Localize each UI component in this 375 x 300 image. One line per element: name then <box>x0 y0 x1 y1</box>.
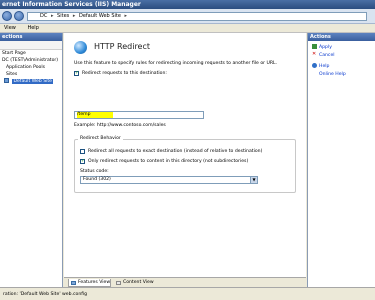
window-title: ernet Information Services (IIS) Manager <box>2 1 141 8</box>
chevron-down-icon[interactable]: ▼ <box>250 177 257 183</box>
example-text: Example: http://www.contoso.com/sales <box>74 123 166 128</box>
globe-icon <box>74 41 87 54</box>
destination-field[interactable]: /temp <box>74 111 204 119</box>
address-bar: DC ▸ Sites ▸ Default Web Site ▸ <box>0 9 375 24</box>
forward-button[interactable] <box>14 11 24 21</box>
connections-panel: ections Start Page DC (TEST\Administrato… <box>0 33 63 287</box>
actions-header: Actions <box>308 33 375 41</box>
cancel-link[interactable]: Cancel <box>319 53 335 58</box>
tab-content-view[interactable]: Content View <box>114 279 160 287</box>
cancel-action[interactable]: ✕ Cancel <box>312 52 335 59</box>
redirect-checkbox[interactable] <box>74 70 79 76</box>
tree-item-label: Sites <box>6 72 18 77</box>
help-link[interactable]: Help <box>319 64 329 69</box>
back-button[interactable] <box>2 11 12 21</box>
chevron-right-icon: ▸ <box>124 13 128 19</box>
tree-item-server[interactable]: DC (TEST\Administrator) <box>0 57 62 64</box>
content-view-icon <box>116 281 121 285</box>
breadcrumb[interactable]: DC ▸ Sites ▸ Default Web Site ▸ <box>27 12 367 21</box>
redirect-label: Redirect requests to this destination: <box>82 71 167 76</box>
tree-item-sites[interactable]: Sites <box>0 71 62 78</box>
view-tabs: Features View Content View <box>64 277 306 287</box>
tree-item-label: Start Page <box>2 51 26 56</box>
tab-label: Content View <box>123 280 154 285</box>
breadcrumb-item-dc[interactable]: DC <box>40 13 47 19</box>
chevron-right-icon: ▸ <box>50 13 54 19</box>
actions-panel: Actions Apply ✕ Cancel Help Online Help <box>307 33 375 287</box>
status-code-select[interactable]: Found (302) ▼ <box>80 176 258 184</box>
exact-destination-checkbox[interactable] <box>80 149 85 154</box>
only-directory-label: Only redirect requests to content in thi… <box>88 159 249 164</box>
tree-item-label: Application Pools <box>6 65 46 70</box>
breadcrumb-item-default-web-site[interactable]: Default Web Site <box>79 13 121 19</box>
tree-item-application-pools[interactable]: Application Pools <box>0 64 62 71</box>
exact-destination-label: Redirect all requests to exact destinati… <box>88 149 263 154</box>
help-action[interactable]: Help <box>312 63 329 70</box>
menu-view[interactable]: View <box>4 25 16 31</box>
status-bar: ration: 'Default Web Site' web.config <box>0 287 375 300</box>
window-title-bar: ernet Information Services (IIS) Manager <box>0 0 375 9</box>
cancel-icon: ✕ <box>312 51 317 57</box>
apply-action[interactable]: Apply <box>312 44 332 51</box>
apply-link[interactable]: Apply <box>319 45 332 50</box>
online-help-action[interactable]: Online Help <box>319 71 346 78</box>
online-help-link[interactable]: Online Help <box>319 72 346 77</box>
tab-label: Features View <box>78 280 111 285</box>
breadcrumb-item-sites[interactable]: Sites <box>57 13 69 19</box>
redirect-behavior-group <box>74 139 296 193</box>
status-code-label: Status code: <box>80 169 109 174</box>
redirect-behavior-legend: Redirect Behavior <box>78 136 123 141</box>
connections-toolbar <box>0 41 62 50</box>
only-directory-checkbox[interactable] <box>80 158 85 164</box>
menu-bar: View Help <box>0 24 375 33</box>
apply-icon <box>312 44 317 49</box>
tree-item-label: Default Web Site <box>12 79 54 84</box>
menu-help[interactable]: Help <box>27 25 38 31</box>
chevron-right-icon: ▸ <box>72 13 76 19</box>
feature-description: Use this feature to specify rules for re… <box>74 61 278 66</box>
destination-value: /temp <box>77 112 113 118</box>
tree-item-label: DC (TEST\Administrator) <box>2 58 59 63</box>
status-code-value: Found (302) <box>83 177 111 182</box>
status-text: ration: 'Default Web Site' web.config <box>3 292 88 297</box>
feature-page: HTTP Redirect Use this feature to specif… <box>64 33 306 287</box>
page-title: HTTP Redirect <box>94 42 151 51</box>
tree-item-start-page[interactable]: Start Page <box>0 50 62 57</box>
features-view-icon <box>71 281 76 285</box>
connections-header: ections <box>0 33 62 41</box>
help-icon <box>312 63 317 68</box>
tree-item-default-web-site[interactable]: Default Web Site <box>0 78 62 85</box>
tab-features-view[interactable]: Features View <box>68 279 111 287</box>
globe-icon <box>4 78 9 83</box>
